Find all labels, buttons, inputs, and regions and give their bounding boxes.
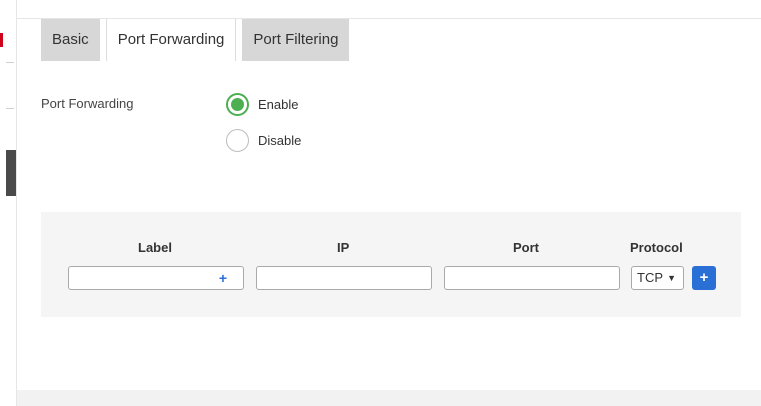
tab-port-forwarding[interactable]: Port Forwarding xyxy=(105,19,237,61)
port-input[interactable] xyxy=(445,267,619,289)
column-header-port: Port xyxy=(513,240,539,255)
enable-radio[interactable] xyxy=(226,92,249,116)
ip-field xyxy=(256,266,432,290)
label-add-icon[interactable]: + xyxy=(219,270,227,286)
sidebar-divider xyxy=(6,108,14,109)
add-rule-button[interactable]: + xyxy=(692,266,716,290)
sidebar-active-marker xyxy=(0,33,3,47)
sidebar-scroll-thumb[interactable] xyxy=(6,150,16,196)
column-header-label: Label xyxy=(138,240,172,255)
tab-bar: Basic Port Forwarding Port Filtering xyxy=(41,19,350,61)
footer-bar xyxy=(17,390,761,406)
enable-option[interactable]: Enable xyxy=(226,92,298,116)
disable-radio[interactable] xyxy=(226,128,249,152)
protocol-selected-value: TCP xyxy=(637,270,663,285)
column-header-protocol: Protocol xyxy=(630,240,683,255)
port-forwarding-label: Port Forwarding xyxy=(41,96,134,111)
label-field: + xyxy=(68,266,244,290)
column-header-ip: IP xyxy=(337,240,350,255)
left-sidebar-edge xyxy=(0,0,17,406)
chevron-down-icon: ▼ xyxy=(667,273,676,283)
sidebar-divider xyxy=(6,62,14,63)
enable-label: Enable xyxy=(258,96,299,112)
port-forwarding-rules-panel: Label IP Port Protocol + TCP ▼ + xyxy=(41,212,741,317)
tab-basic[interactable]: Basic xyxy=(41,19,100,61)
label-input[interactable] xyxy=(69,267,243,289)
port-field xyxy=(444,266,620,290)
sidebar-border xyxy=(16,0,17,406)
disable-label: Disable xyxy=(258,132,302,148)
ip-input[interactable] xyxy=(257,267,431,289)
protocol-select[interactable]: TCP ▼ xyxy=(631,266,684,290)
disable-option[interactable]: Disable xyxy=(226,128,301,152)
tab-port-filtering[interactable]: Port Filtering xyxy=(242,19,350,61)
